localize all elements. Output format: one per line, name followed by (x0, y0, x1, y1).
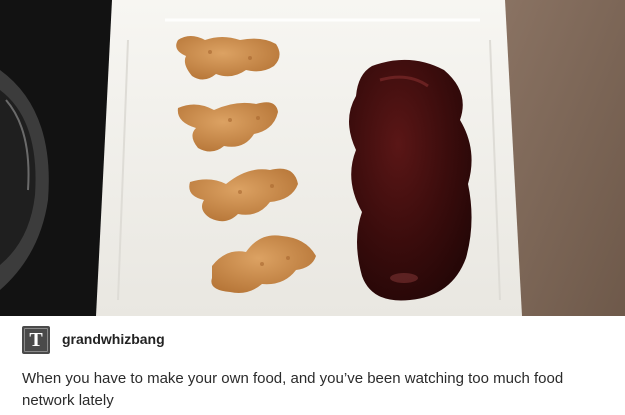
username-link[interactable]: grandwhizbang (62, 331, 165, 347)
post-caption: When you have to make your own food, and… (22, 370, 564, 409)
dino-nuggets-photo-icon (0, 0, 625, 316)
avatar[interactable]: T (22, 326, 50, 354)
post-photo[interactable] (0, 0, 625, 316)
avatar-frame (24, 328, 48, 352)
